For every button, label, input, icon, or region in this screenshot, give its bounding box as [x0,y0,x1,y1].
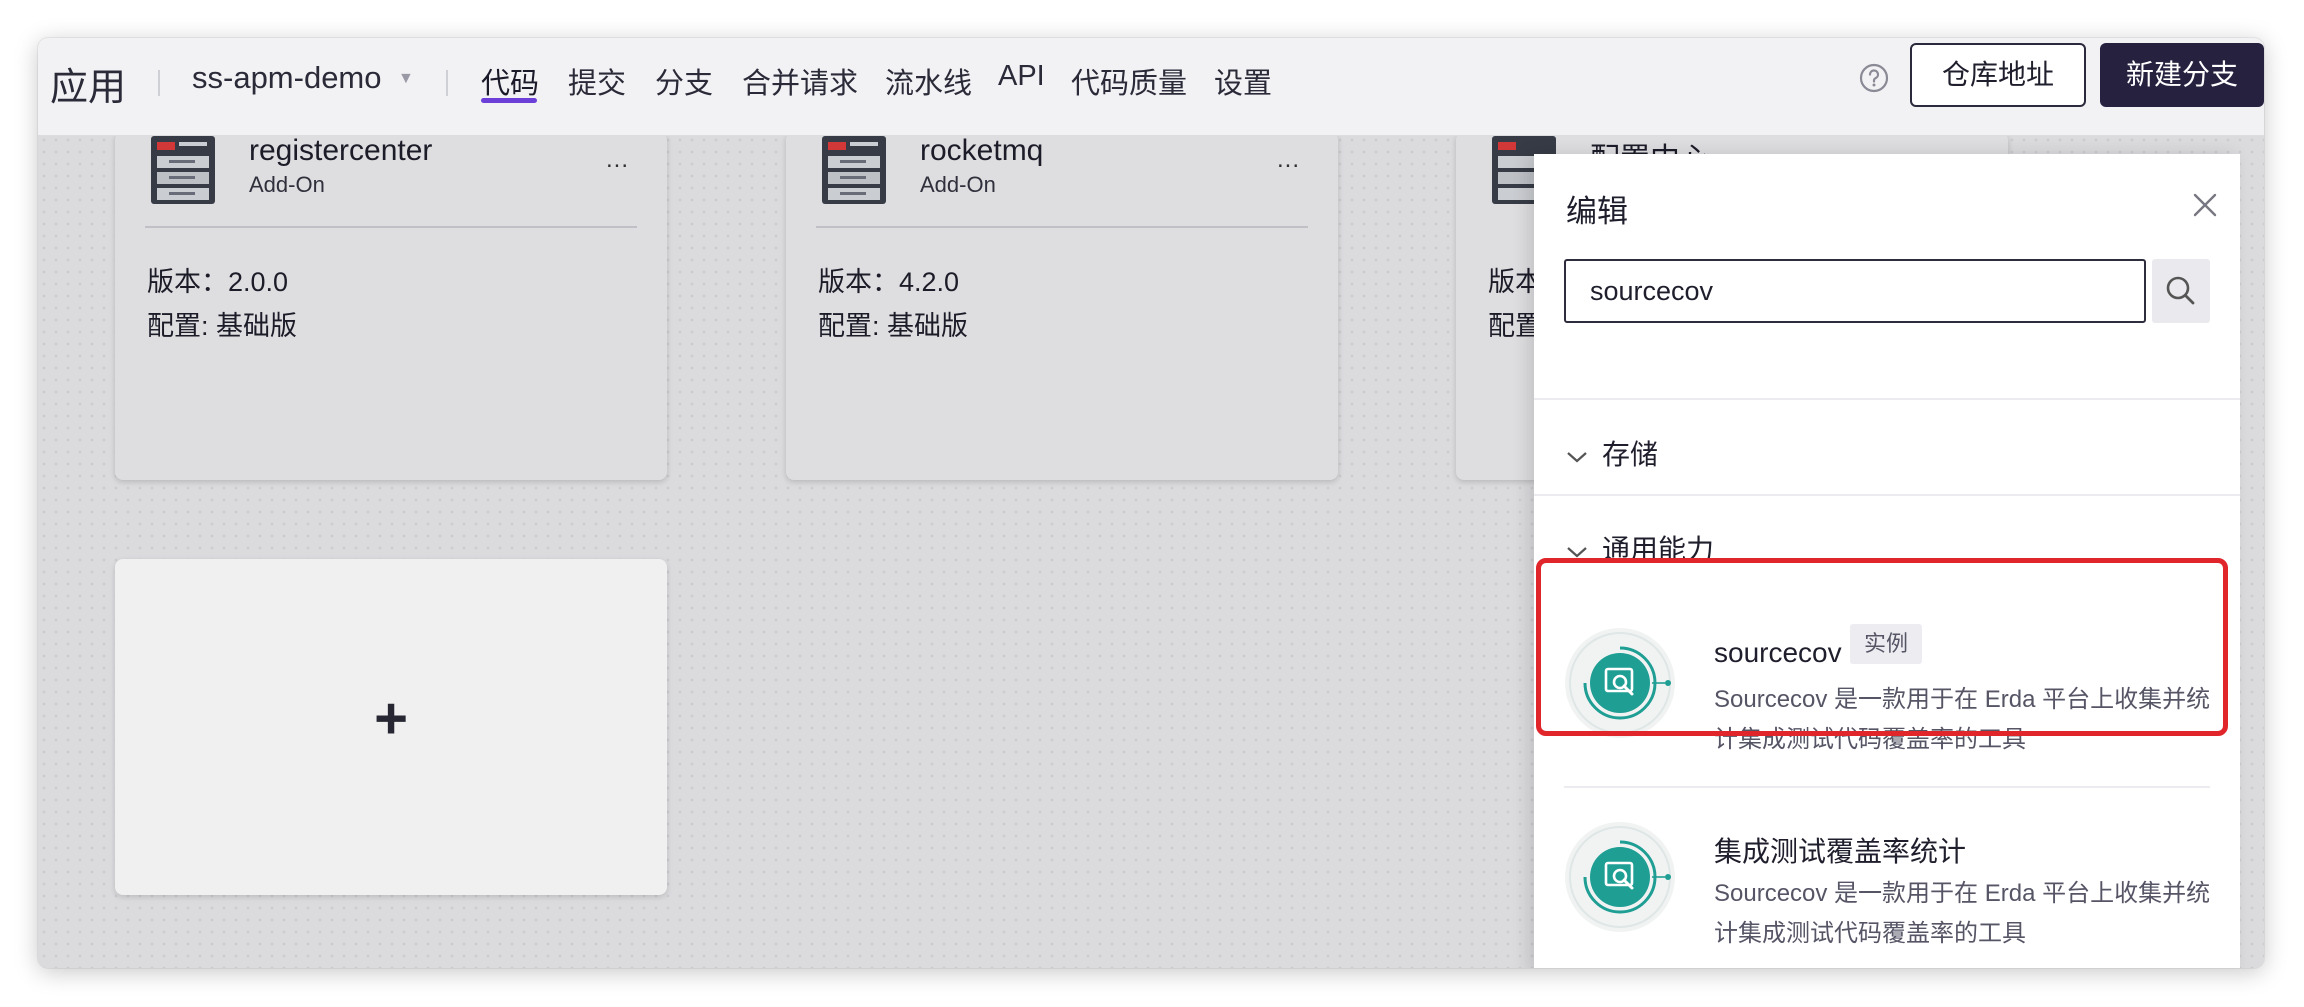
app-window: registercenter Add-On ... 版本：2.0.0 配置: 基… [38,38,2264,968]
tab-branches[interactable]: 分支 [655,60,713,102]
search-icon [2166,276,2195,305]
tab-pipelines[interactable]: 流水线 [885,60,972,102]
tab-settings[interactable]: 设置 [1214,60,1272,102]
addon-description: Sourcecov 是一款用于在 Erda 平台上收集并统计集成测试代码覆盖率的… [1714,880,2211,947]
addon-name: 集成测试覆盖率统计 [1714,836,1967,867]
project-selector[interactable]: ss-apm-demo [192,60,382,96]
chevron-down-icon [1567,546,1587,558]
drawer-title: 编辑 [1566,194,1628,229]
help-icon[interactable] [1858,62,1890,94]
divider [1534,494,2240,496]
divider [1534,398,2240,400]
caret-down-icon[interactable]: ▼ [398,70,414,88]
search-input[interactable]: sourcecov [1564,259,2146,323]
divider [1564,786,2210,788]
app-title: 应用 [50,67,127,109]
top-navbar: 应用 ss-apm-demo ▼ 代码 提交 分支 合并请求 流水线 API 代… [38,38,2264,136]
highlight-box [1536,558,2228,736]
divider [158,70,160,96]
tab-merge-requests[interactable]: 合并请求 [742,60,858,102]
active-tab-indicator [481,98,537,103]
chevron-down-icon [1567,451,1587,463]
tab-commits[interactable]: 提交 [568,60,626,102]
tab-api[interactable]: API [998,60,1045,93]
group-label: 存储 [1602,439,1659,470]
tab-code[interactable]: 代码 [481,60,539,102]
search-button[interactable] [2152,259,2210,323]
new-branch-button[interactable]: 新建分支 [2100,43,2264,107]
close-icon[interactable] [2192,192,2218,218]
repo-address-button[interactable]: 仓库地址 [1910,43,2086,107]
divider [446,70,448,96]
group-storage[interactable]: 存储 [1566,433,1658,473]
tab-code-quality[interactable]: 代码质量 [1071,60,1187,102]
coverage-icon [1565,822,1675,932]
